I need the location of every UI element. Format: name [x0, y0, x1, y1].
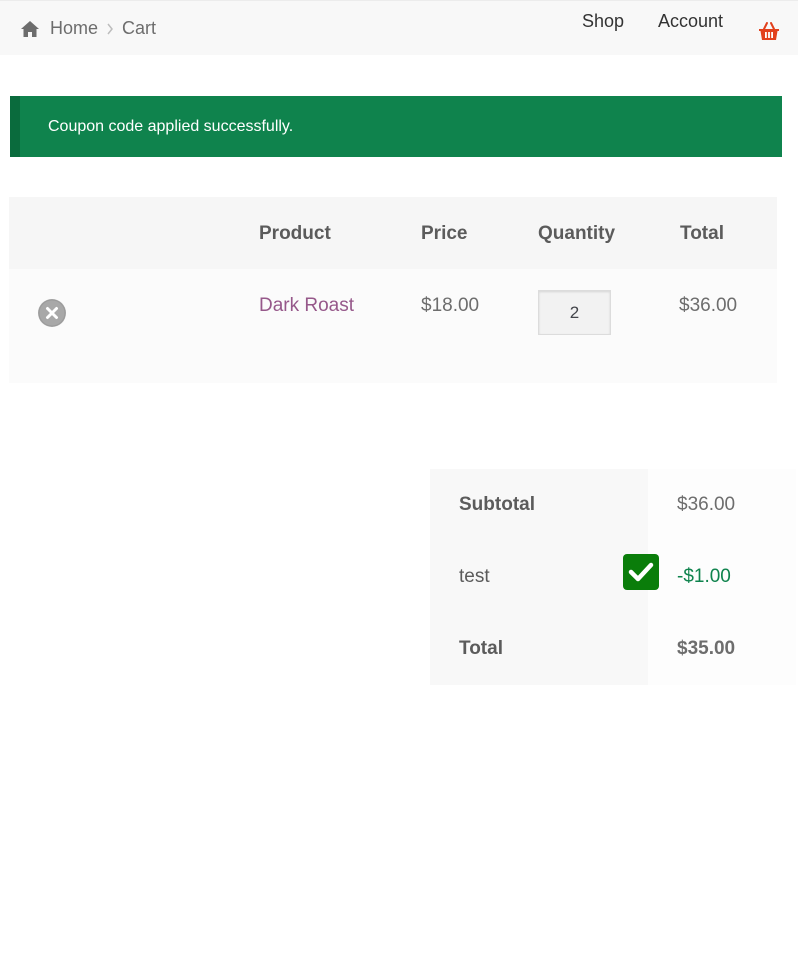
- chevron-right-icon: [107, 23, 113, 34]
- coupon-label: test: [430, 541, 648, 613]
- subtotal-label: Subtotal: [430, 469, 648, 541]
- nav-account-link[interactable]: Account: [658, 11, 738, 32]
- product-name-link[interactable]: Dark Roast: [259, 295, 354, 317]
- total-label: Total: [430, 613, 648, 685]
- total-value: $35.00: [648, 613, 796, 685]
- cart-table-header: Product Price Quantity Total: [9, 197, 777, 269]
- site-header: Home Cart Shop Account: [0, 0, 798, 55]
- column-header-total: Total: [680, 223, 724, 244]
- nav-shop-link[interactable]: Shop: [582, 11, 642, 32]
- home-icon: [21, 20, 39, 37]
- coupon-discount-value: -$1.00: [648, 541, 796, 613]
- cart-item-row: Dark Roast $18.00 $36.00: [9, 269, 777, 383]
- quantity-input[interactable]: [538, 290, 611, 335]
- column-header-price: Price: [421, 223, 468, 244]
- remove-circle-icon: [38, 299, 66, 327]
- line-total: $36.00: [679, 295, 738, 316]
- coupon-checkbox[interactable]: [623, 554, 659, 590]
- column-header-quantity: Quantity: [538, 223, 616, 244]
- subtotal-row: Subtotal $36.00: [430, 469, 796, 541]
- product-price: $18.00: [421, 295, 480, 316]
- remove-item-button[interactable]: [38, 299, 66, 327]
- breadcrumb-current: Cart: [122, 18, 157, 38]
- total-row: Total $35.00: [430, 613, 796, 685]
- subtotal-value: $36.00: [648, 469, 796, 541]
- column-header-product: Product: [259, 223, 331, 244]
- coupon-success-notice: Coupon code applied successfully.: [10, 96, 782, 157]
- coupon-row: test -$1.00: [430, 541, 796, 613]
- cart-table: Product Price Quantity Total Dark Roast …: [9, 197, 777, 383]
- cart-totals: Subtotal $36.00 test -$1.00 Total $35.00: [430, 469, 796, 685]
- breadcrumb: Home Cart: [20, 18, 156, 39]
- checkmark-icon: [628, 562, 654, 582]
- breadcrumb-home-link[interactable]: Home: [50, 18, 98, 39]
- basket-icon[interactable]: [758, 21, 780, 41]
